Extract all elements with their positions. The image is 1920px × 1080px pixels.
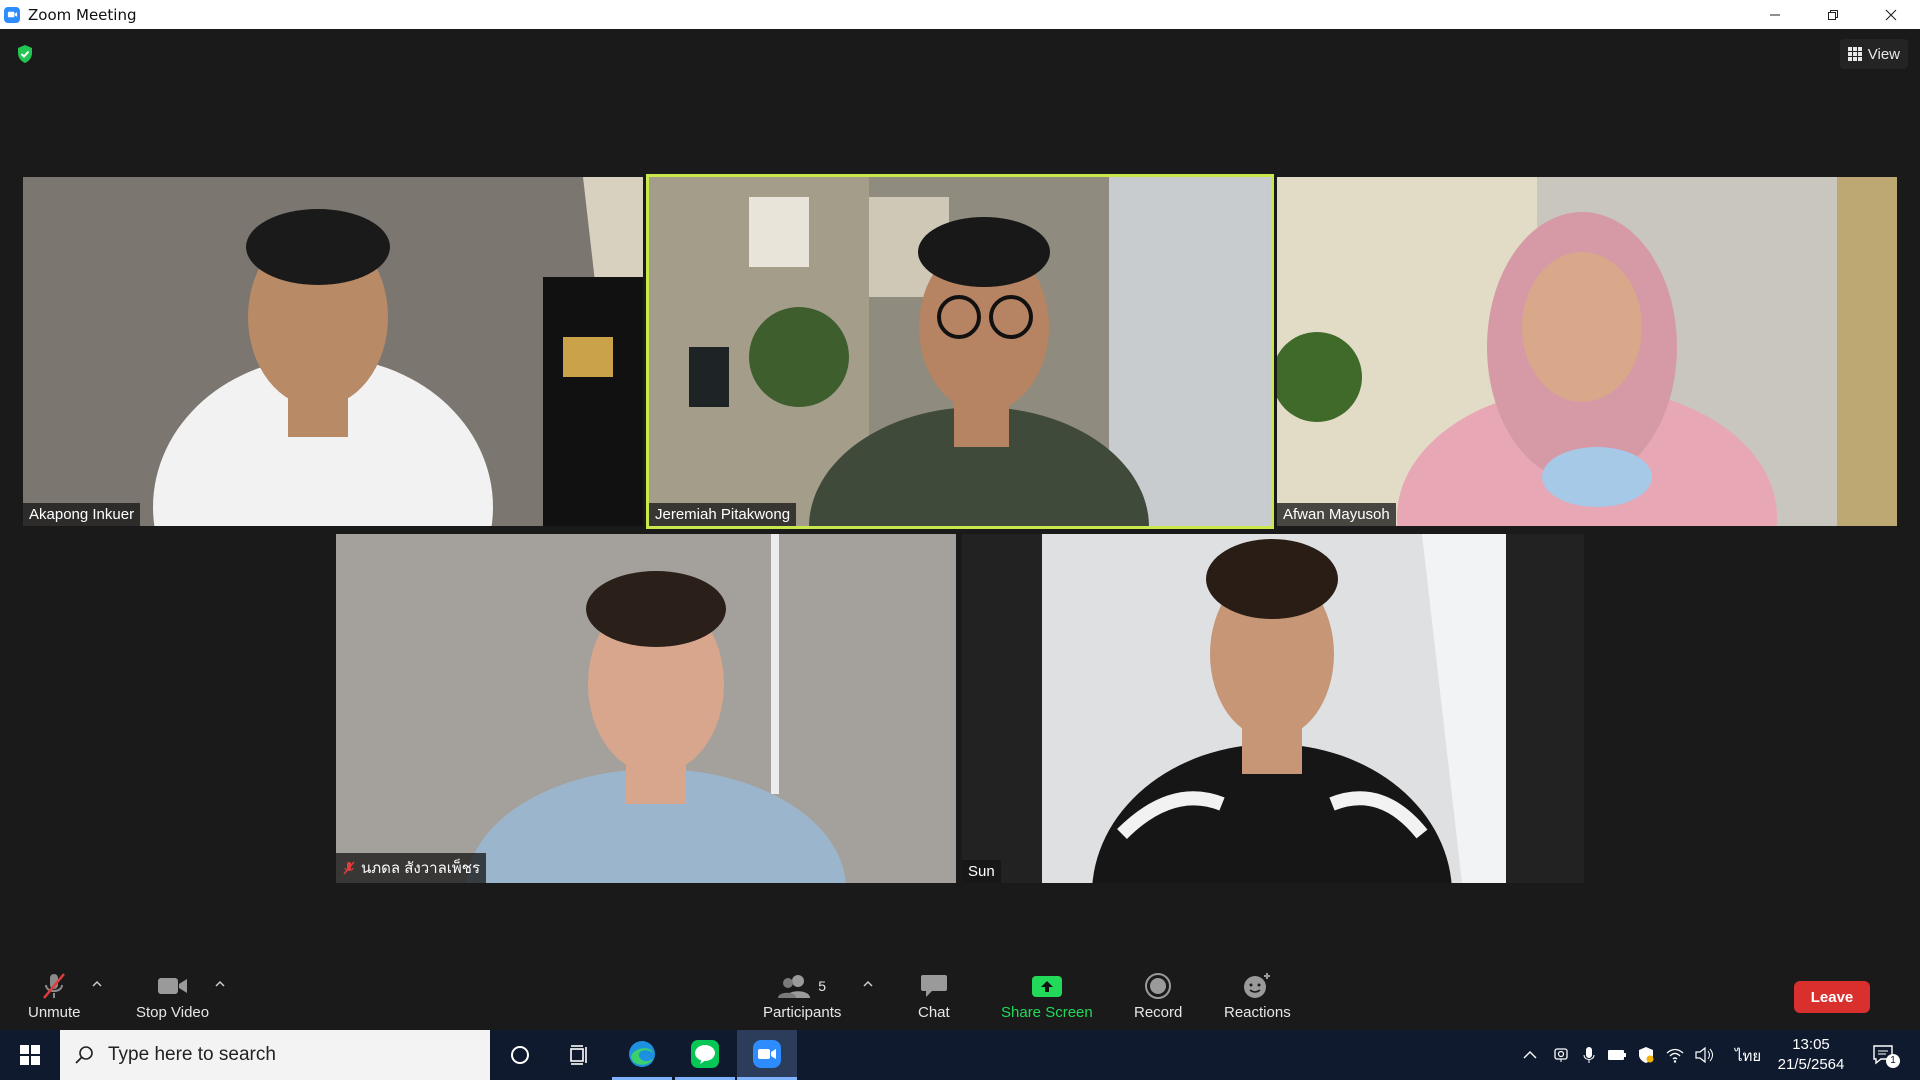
audio-options-chevron-up-icon[interactable] [91, 979, 103, 989]
stop-video-button[interactable]: Stop Video [136, 971, 209, 1021]
search-icon [75, 1046, 93, 1064]
chat-button[interactable]: Chat [918, 971, 950, 1021]
task-view-button[interactable] [550, 1030, 610, 1080]
meeting-toolbar: Unmute Stop Video 5 Participants Chat Sh… [0, 961, 1920, 1030]
minimize-icon [1770, 14, 1780, 15]
input-language-indicator[interactable]: ไทย [1735, 1044, 1761, 1068]
video-tile-akapong[interactable]: Akapong Inkuer [23, 177, 643, 526]
start-button[interactable] [0, 1030, 60, 1080]
zoom-app-icon [4, 6, 20, 23]
video-options-chevron-up-icon[interactable] [214, 979, 226, 989]
record-icon [1145, 973, 1172, 999]
view-button[interactable]: View [1839, 39, 1908, 69]
speaker-volume-icon [1695, 1047, 1713, 1063]
chevron-up-icon [1523, 1051, 1537, 1059]
participants-options-chevron-up-icon[interactable] [862, 979, 874, 989]
cortana-circle-icon [511, 1046, 529, 1064]
video-camera-icon [157, 978, 187, 994]
show-hidden-icons-button[interactable] [1516, 1030, 1544, 1080]
taskbar-edge-app[interactable] [612, 1030, 672, 1080]
video-tile-sun[interactable]: Sun [962, 534, 1584, 883]
battery-icon [1608, 1050, 1626, 1060]
reactions-smiley-icon [1244, 973, 1271, 998]
unmute-button[interactable]: Unmute [28, 971, 81, 1021]
webcam-icon [1554, 1048, 1568, 1062]
restore-icon [1828, 9, 1838, 20]
notification-count-badge: 1 [1886, 1054, 1900, 1068]
chat-bubble-icon [920, 975, 947, 997]
taskbar-search-box[interactable] [60, 1030, 490, 1080]
muted-mic-icon [343, 861, 355, 875]
meeting-area: View Akapong Inkuer Jeremiah Pitakwong A… [0, 29, 1920, 961]
taskbar-line-app[interactable] [675, 1030, 735, 1080]
participants-count: 5 [818, 978, 827, 994]
participants-button[interactable]: 5 Participants [763, 971, 841, 1021]
action-center-button[interactable]: 1 [1864, 1030, 1904, 1080]
close-button[interactable] [1862, 0, 1920, 29]
participant-name-tag: Jeremiah Pitakwong [649, 503, 797, 526]
windows-taskbar: ไทย 13:05 21/5/2564 1 [0, 1030, 1920, 1080]
window-title: Zoom Meeting [28, 5, 137, 24]
microphone-icon [1583, 1047, 1595, 1063]
grid-view-icon [1847, 47, 1862, 61]
tray-microphone-button[interactable] [1578, 1030, 1600, 1080]
participant-video [962, 534, 1584, 883]
participant-name-tag: Afwan Mayusoh [1277, 503, 1396, 526]
leave-button[interactable]: Leave [1794, 981, 1870, 1013]
video-tile-napadol[interactable]: นภดล สังวาลเพ็ชร [336, 534, 956, 883]
windows-logo-icon [20, 1045, 40, 1065]
tray-volume-button[interactable] [1692, 1030, 1718, 1080]
tray-camera-button[interactable] [1548, 1030, 1574, 1080]
participant-video [1277, 177, 1897, 526]
cortana-button[interactable] [490, 1030, 550, 1080]
tray-battery-button[interactable] [1604, 1030, 1630, 1080]
participant-video [336, 534, 956, 883]
view-label: View [1867, 45, 1900, 63]
encryption-shield-icon[interactable] [16, 44, 34, 64]
participant-name-tag: Akapong Inkuer [23, 503, 141, 526]
tray-wifi-button[interactable] [1662, 1030, 1688, 1080]
participant-video [23, 177, 643, 526]
search-input[interactable] [106, 1043, 470, 1067]
title-bar: Zoom Meeting [0, 0, 1920, 29]
edge-browser-icon [629, 1040, 655, 1067]
reactions-button[interactable]: Reactions [1224, 971, 1291, 1021]
participant-video [649, 177, 1271, 526]
taskbar-zoom-app[interactable] [737, 1030, 797, 1080]
taskbar-clock[interactable]: 13:05 21/5/2564 [1764, 1035, 1858, 1075]
wifi-icon [1666, 1048, 1684, 1063]
zoom-app-icon [753, 1039, 781, 1068]
video-tile-afwan[interactable]: Afwan Mayusoh [1277, 177, 1897, 526]
participant-name-tag: Sun [962, 860, 1001, 883]
minimize-button[interactable] [1746, 0, 1804, 29]
clock-date: 21/5/2564 [1777, 1056, 1845, 1073]
clock-time: 13:05 [1792, 1036, 1830, 1053]
tray-security-button[interactable] [1634, 1030, 1658, 1080]
line-app-icon [691, 1039, 719, 1068]
close-icon [1885, 9, 1897, 20]
restore-button[interactable] [1804, 0, 1862, 29]
participant-name-tag: นภดล สังวาลเพ็ชร [336, 853, 487, 883]
security-shield-icon [1639, 1047, 1654, 1063]
share-screen-button[interactable]: Share Screen [1001, 971, 1093, 1021]
record-button[interactable]: Record [1134, 971, 1182, 1021]
video-tile-jeremiah[interactable]: Jeremiah Pitakwong [646, 174, 1274, 529]
task-view-icon [570, 1045, 587, 1065]
share-screen-icon [1031, 976, 1062, 997]
muted-mic-icon [43, 973, 66, 999]
participants-icon [778, 975, 811, 998]
